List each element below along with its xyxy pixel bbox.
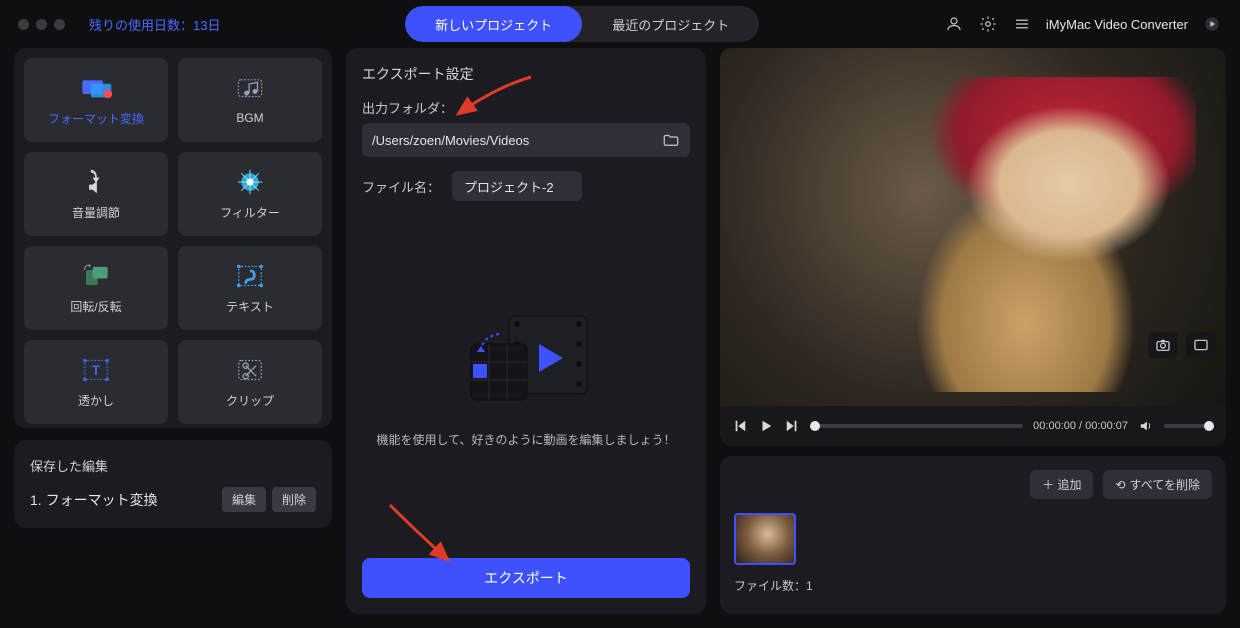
text-icon [233,262,267,290]
browse-folder-icon[interactable] [662,132,680,148]
filename-value: プロジェクト-2 [464,177,554,196]
prev-icon[interactable] [732,418,748,434]
tool-clip[interactable]: クリップ [178,340,322,424]
saved-edits-panel: 保存した編集 1. フォーマット変換 編集 削除 [14,440,332,528]
filename-label: ファイル名： [362,177,440,196]
output-folder-field[interactable]: /Users/zoen/Movies/Videos [362,123,690,157]
snapshot-icon[interactable] [1148,332,1178,358]
output-folder-label: 出力フォルダ： [362,98,690,117]
playback-time: 00:00:00 / 00:00:07 [1033,420,1128,432]
tool-label: フォーマット変換 [48,110,144,127]
saved-edit-edit-button[interactable]: 編集 [222,487,266,512]
player-controls: 00:00:00 / 00:00:07 [720,406,1226,446]
traffic-zoom[interactable] [54,19,65,30]
export-illustration: 機能を使用して、好きのように動画を編集しましょう！ [362,201,690,554]
menu-icon[interactable] [1012,14,1032,34]
files-panel: ＋ 追加 ⟲ すべてを削除 ファイル数：1 [720,456,1226,614]
file-thumbnail[interactable] [734,513,796,565]
filename-field[interactable]: プロジェクト-2 [452,171,582,201]
tool-label: テキスト [226,298,274,315]
volume-slider[interactable] [1164,424,1214,428]
tool-label: クリップ [226,392,274,409]
export-settings-panel: エクスポート設定 出力フォルダ： /Users/zoen/Movies/Vide… [346,48,706,614]
export-hint-text: 機能を使用して、好きのように動画を編集しましょう！ [376,430,675,450]
fullscreen-icon[interactable] [1186,332,1216,358]
saved-edit-delete-button[interactable]: 削除 [272,487,316,512]
account-icon[interactable] [944,14,964,34]
svg-text:T: T [92,362,101,378]
saved-edit-row: 1. フォーマット変換 編集 削除 [30,487,316,512]
filter-icon [233,168,267,196]
trial-days-label: 残りの使用日数：13日 [89,15,220,34]
tool-label: フィルター [220,204,280,221]
file-count-label: ファイル数：1 [734,577,1212,594]
video-preview[interactable] [720,48,1226,406]
window-traffic-lights [18,19,65,30]
watermark-icon: T [79,356,113,384]
output-folder-value: /Users/zoen/Movies/Videos [372,133,529,148]
saved-edits-title: 保存した編集 [30,456,316,475]
bgm-icon [233,75,267,103]
tool-format-convert[interactable]: フォーマット変換 [24,58,168,142]
next-icon[interactable] [784,418,800,434]
tools-grid: フォーマット変換 BGM 音量調節 フィルター回転/反転 テキスト T 透かし クリップ [14,48,332,428]
tool-rotate[interactable]: 回転/反転 [24,246,168,330]
app-logo-icon [1202,14,1222,34]
traffic-close[interactable] [18,19,29,30]
add-file-button[interactable]: ＋ 追加 [1030,470,1093,499]
settings-icon[interactable] [978,14,998,34]
saved-edit-name: 1. フォーマット変換 [30,490,158,510]
tool-label: 透かし [78,392,114,409]
tool-label: 音量調節 [72,204,120,221]
export-button[interactable]: エクスポート [362,558,690,598]
seek-bar[interactable] [810,424,1023,428]
refresh-icon: ⟲ [1115,478,1125,492]
play-icon[interactable] [758,418,774,434]
tool-label: BGM [236,111,263,125]
export-settings-title: エクスポート設定 [362,64,690,84]
preview-panel: 00:00:00 / 00:00:07 [720,48,1226,446]
rotate-icon [79,262,113,290]
clip-icon [233,356,267,384]
tool-watermark[interactable]: T 透かし [24,340,168,424]
tool-volume[interactable]: 音量調節 [24,152,168,236]
delete-all-button[interactable]: ⟲ すべてを削除 [1103,470,1212,499]
tool-label: 回転/反転 [70,298,121,315]
traffic-minimize[interactable] [36,19,47,30]
volume-icon [79,168,113,196]
tab-new-project[interactable]: 新しいプロジェクト [405,6,582,42]
tab-recent-projects[interactable]: 最近のプロジェクト [582,6,759,42]
volume-icon[interactable] [1138,418,1154,434]
tool-text[interactable]: テキスト [178,246,322,330]
tool-filter[interactable]: フィルター [178,152,322,236]
tool-bgm[interactable]: BGM [178,58,322,142]
project-tab-switch: 新しいプロジェクト 最近のプロジェクト [405,6,759,42]
app-name: iMyMac Video Converter [1046,17,1188,32]
format-convert-icon [79,74,113,102]
